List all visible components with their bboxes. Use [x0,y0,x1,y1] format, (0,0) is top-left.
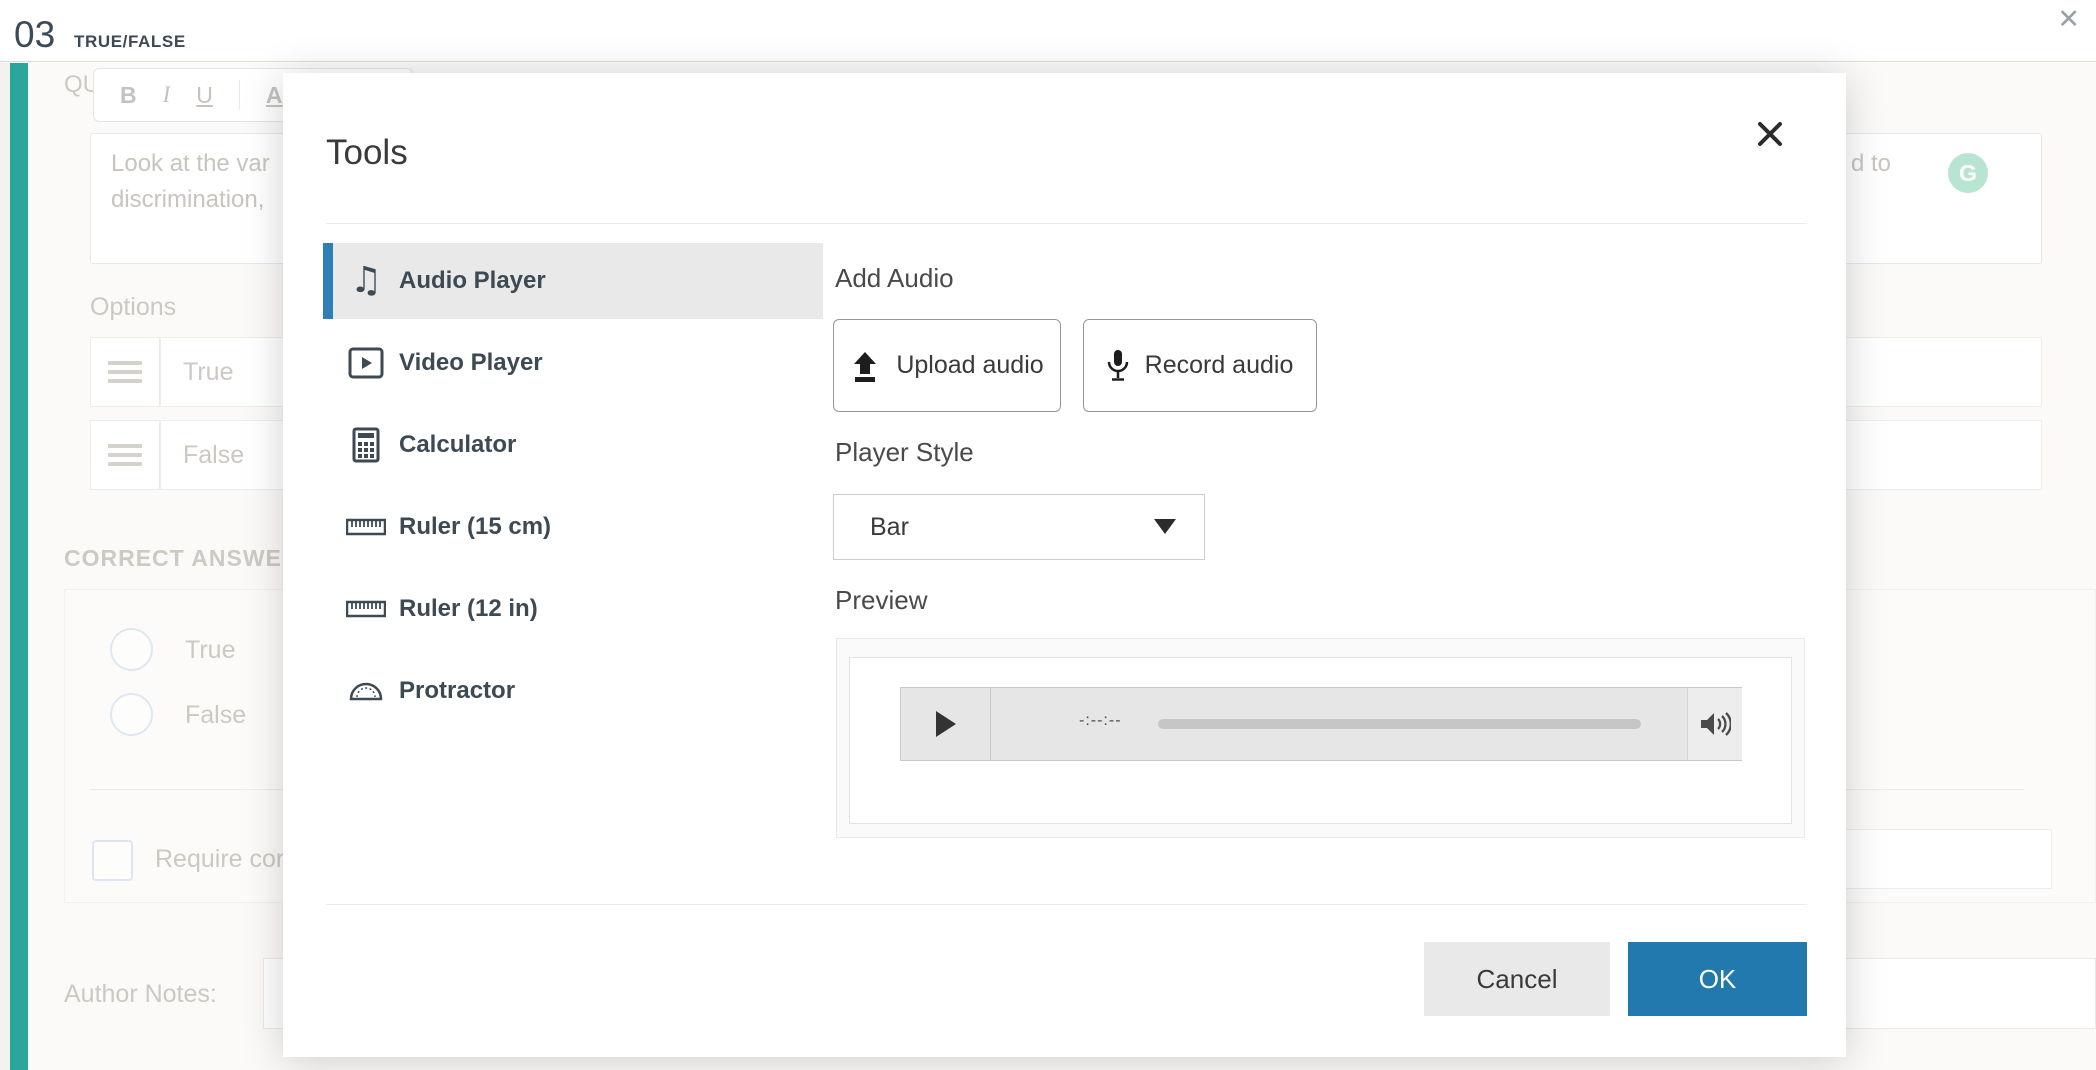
audio-player-bar: -:--:-- [900,687,1742,761]
modal-title: Tools [326,133,408,173]
sidebar-item-ruler-12in[interactable]: Ruler (12 in) [323,571,823,647]
volume-icon [1699,710,1731,738]
grammarly-icon[interactable]: G [1948,153,1988,193]
volume-button[interactable] [1687,688,1742,760]
sidebar-item-ruler-15cm[interactable]: Ruler (15 cm) [323,489,823,565]
calculator-icon [333,427,399,463]
author-notes-label: Author Notes: [64,980,217,1009]
page-header: 03 TRUE/FALSE ✕ [0,0,2096,62]
play-button[interactable] [901,688,991,760]
sidebar-item-protractor[interactable]: Protractor [323,653,823,729]
preview-container: -:--:-- [836,638,1805,838]
question-placeholder-line1: Look at the var [111,150,270,178]
drag-handle[interactable] [90,420,160,490]
ruler-icon [333,518,399,536]
chevron-down-icon [1154,519,1176,534]
player-style-label: Player Style [835,437,974,468]
protractor-icon [333,681,399,701]
require-correct-checkbox[interactable] [92,840,133,881]
preview-label: Preview [835,585,927,616]
modal-footer-divider [326,904,1807,905]
radio-false-label: False [185,701,246,730]
options-label: Options [90,293,176,322]
page-close-icon[interactable]: ✕ [2057,4,2080,35]
toolbar-divider [239,80,240,110]
radio-false[interactable] [110,693,153,736]
upload-audio-button[interactable]: Upload audio [833,319,1061,412]
preview-card: -:--:-- [849,657,1792,824]
ok-button[interactable]: OK [1628,942,1807,1016]
ruler-icon [333,600,399,618]
music-note-icon: ♫ [333,263,399,299]
microphone-icon [1107,349,1129,383]
cancel-button[interactable]: Cancel [1424,942,1610,1016]
italic-button[interactable]: I [163,82,171,108]
question-type-label: TRUE/FALSE [74,32,186,52]
player-style-value: Bar [870,513,909,542]
tools-modal: Tools ♫ Audio Player Video Player Calcul… [283,73,1846,1057]
sidebar-item-audio-player[interactable]: ♫ Audio Player [323,243,823,319]
sidebar-item-calculator[interactable]: Calculator [323,407,823,483]
player-style-select[interactable]: Bar [833,494,1205,560]
record-audio-button[interactable]: Record audio [1083,319,1317,412]
bold-button[interactable]: B [120,82,137,109]
modal-header-divider [326,223,1807,224]
drag-handle[interactable] [90,337,160,407]
radio-true-label: True [185,636,235,665]
sidebar-item-video-player[interactable]: Video Player [323,325,823,401]
video-player-icon [333,347,399,379]
question-number: 03 [14,14,55,56]
upload-icon [850,350,880,382]
seek-bar[interactable] [1158,719,1641,729]
modal-close-icon[interactable] [1753,117,1787,151]
add-audio-heading: Add Audio [835,263,954,294]
selected-indicator-bar [323,243,333,319]
time-display: -:--:-- [1079,712,1122,730]
question-placeholder-fragment: d to [1851,150,1891,178]
underline-button[interactable]: U [196,82,213,109]
question-placeholder-line2: discrimination, [111,186,264,214]
require-correct-label: Require cor [155,845,284,874]
question-accent-bar [10,63,28,1070]
text-color-button[interactable]: A [266,82,283,109]
play-icon [936,711,956,737]
radio-true[interactable] [110,628,153,671]
correct-answer-label: CORRECT ANSWER [64,545,299,572]
